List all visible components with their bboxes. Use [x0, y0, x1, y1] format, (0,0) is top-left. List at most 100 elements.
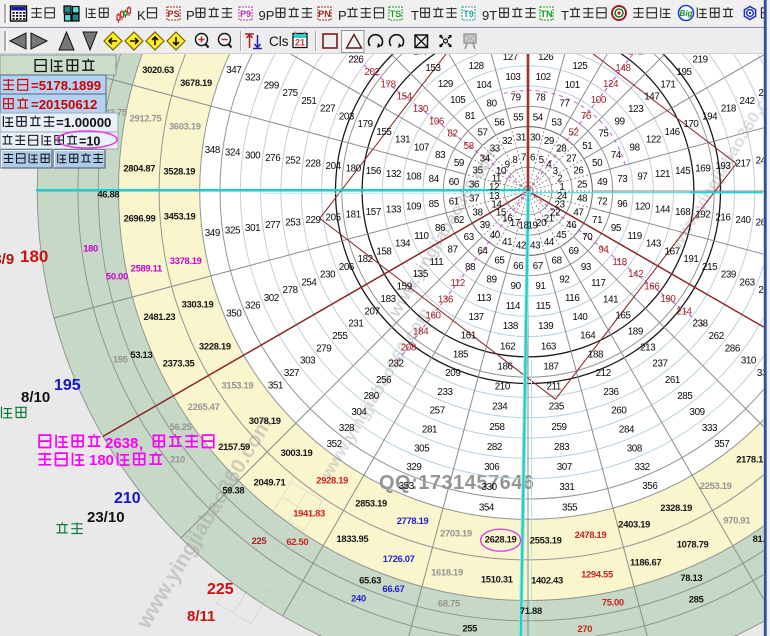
svg-text:129: 129	[438, 79, 453, 90]
svg-text:191: 191	[683, 254, 698, 265]
svg-text:=20150612: =20150612	[31, 97, 97, 112]
svg-text:352: 352	[327, 439, 342, 450]
svg-text:230: 230	[320, 270, 336, 281]
svg-text:123: 123	[628, 104, 644, 115]
svg-text:349: 349	[205, 228, 220, 239]
svg-text:41: 41	[502, 237, 512, 248]
svg-text:,: ,	[139, 436, 143, 453]
svg-text:323: 323	[245, 73, 261, 84]
svg-text:194: 194	[702, 111, 718, 122]
svg-text:3603.19: 3603.19	[169, 121, 201, 132]
svg-text:147: 147	[644, 92, 659, 103]
svg-text:285: 285	[689, 593, 704, 604]
svg-text:42: 42	[516, 241, 526, 252]
svg-text:3528.19: 3528.19	[163, 165, 195, 176]
svg-text:357: 357	[714, 439, 729, 450]
svg-text:2265.47: 2265.47	[188, 401, 220, 412]
svg-text:282: 282	[487, 442, 502, 453]
svg-text:62: 62	[454, 215, 464, 226]
svg-text:260: 260	[611, 406, 627, 417]
svg-text:PN: PN	[318, 9, 331, 19]
svg-text:158: 158	[376, 246, 392, 257]
svg-text:85: 85	[429, 199, 440, 210]
svg-text:46.88: 46.88	[97, 188, 119, 199]
svg-text:256: 256	[376, 375, 392, 386]
svg-text:71.88: 71.88	[520, 605, 542, 616]
svg-text:141: 141	[603, 294, 618, 305]
svg-text:51: 51	[582, 141, 592, 152]
svg-text:75.00: 75.00	[602, 597, 624, 608]
svg-text:259: 259	[551, 422, 566, 433]
svg-text:236: 236	[603, 387, 619, 398]
svg-text:2703.19: 2703.19	[440, 527, 472, 538]
svg-text:P9: P9	[240, 9, 251, 19]
svg-text:66.67: 66.67	[382, 583, 404, 594]
svg-text:84: 84	[429, 174, 440, 185]
svg-text:227: 227	[320, 104, 335, 115]
svg-text:7: 7	[521, 153, 526, 164]
svg-text:1402.43: 1402.43	[531, 574, 563, 585]
svg-text:324: 324	[225, 148, 241, 159]
svg-text:121: 121	[655, 169, 670, 180]
svg-text:146: 146	[665, 127, 681, 138]
svg-text:2696.99: 2696.99	[124, 213, 156, 224]
svg-text:183: 183	[381, 294, 397, 305]
svg-text:2157.59: 2157.59	[218, 441, 250, 452]
svg-text:310: 310	[741, 356, 757, 367]
svg-text:2628.19: 2628.19	[485, 534, 517, 545]
svg-text:234: 234	[492, 402, 508, 413]
svg-text:1510.31: 1510.31	[481, 574, 513, 585]
svg-text:66: 66	[513, 261, 524, 272]
svg-text:50.00: 50.00	[106, 270, 128, 281]
svg-text:167: 167	[665, 246, 680, 257]
svg-text:970.91: 970.91	[723, 514, 750, 525]
svg-text:186: 186	[497, 361, 513, 372]
svg-text:263: 263	[740, 277, 756, 288]
svg-text:80: 80	[487, 99, 498, 110]
svg-text:2049.71: 2049.71	[254, 477, 286, 488]
svg-text:93: 93	[581, 262, 592, 273]
svg-text:98: 98	[630, 142, 641, 153]
svg-text:302: 302	[264, 293, 279, 304]
svg-text:190: 190	[660, 294, 676, 305]
svg-text:3003.19: 3003.19	[281, 447, 313, 458]
svg-text:1618.19: 1618.19	[431, 566, 463, 577]
svg-text:171: 171	[660, 79, 675, 90]
svg-text:124: 124	[603, 79, 619, 90]
svg-text:353: 353	[399, 481, 415, 492]
svg-text:233: 233	[437, 387, 453, 398]
svg-text:116: 116	[565, 293, 580, 304]
svg-text:=5178.1899: =5178.1899	[31, 78, 101, 93]
svg-text:78.13: 78.13	[680, 572, 702, 583]
svg-text:Cls: Cls	[269, 34, 289, 49]
svg-text:231: 231	[348, 319, 363, 330]
svg-text:108: 108	[406, 172, 422, 183]
svg-text:254: 254	[301, 277, 317, 288]
svg-text:257: 257	[430, 406, 445, 417]
svg-text:77: 77	[559, 99, 569, 110]
svg-text:300: 300	[245, 150, 261, 161]
svg-text:168: 168	[675, 207, 691, 218]
svg-text:52: 52	[568, 127, 578, 138]
svg-text:204: 204	[326, 161, 342, 172]
svg-text:235: 235	[549, 402, 565, 413]
svg-text:255: 255	[462, 623, 477, 634]
svg-text:56: 56	[494, 118, 505, 129]
svg-text:182: 182	[358, 254, 373, 265]
svg-text:306: 306	[484, 462, 500, 473]
svg-text:35: 35	[473, 166, 484, 177]
svg-text:202: 202	[364, 67, 379, 78]
svg-text:283: 283	[554, 442, 570, 453]
svg-text:189: 189	[628, 327, 643, 338]
svg-text:=1.00000: =1.00000	[56, 115, 111, 130]
svg-text:40: 40	[490, 230, 501, 241]
svg-text:351: 351	[268, 380, 283, 391]
svg-text:128: 128	[469, 61, 485, 72]
svg-text:214: 214	[676, 306, 692, 317]
svg-text:180: 180	[89, 452, 114, 469]
svg-text:53: 53	[552, 118, 563, 129]
svg-text:255: 255	[332, 331, 348, 342]
svg-text:206: 206	[339, 262, 355, 273]
svg-text:97: 97	[637, 172, 647, 183]
svg-text:33: 33	[490, 143, 501, 154]
